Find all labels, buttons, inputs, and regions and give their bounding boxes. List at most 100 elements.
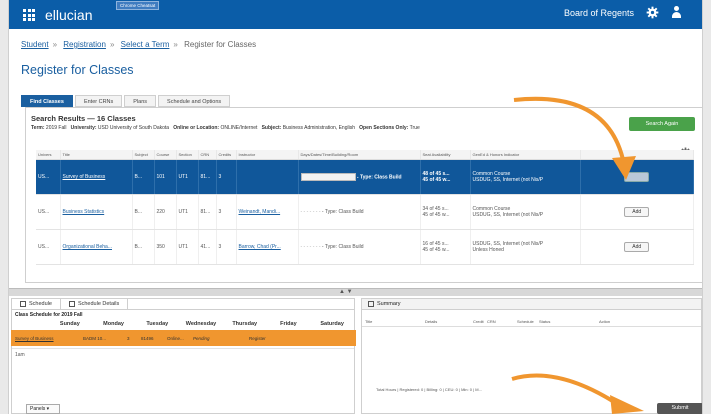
chrome-tag: Chrome Cheatsat <box>116 1 160 10</box>
summary-row[interactable]: Survey of Business BADM 10... 3 81496 On… <box>11 330 356 346</box>
table-row[interactable]: US... Survey of Business B... 101 UT1 81… <box>36 159 694 195</box>
tab-schedule[interactable]: Schedule <box>12 299 61 309</box>
results-criteria: Term: 2019 Fall University: USD Universi… <box>31 125 420 131</box>
table-row[interactable]: US... Organizational Beha... B... 350 UT… <box>36 229 694 265</box>
summary-schedule: Online... <box>167 335 184 341</box>
search-again-button[interactable]: Search Again <box>629 117 695 131</box>
cell-credits: 3 <box>216 229 237 265</box>
user-icon[interactable] <box>671 6 682 19</box>
cell-subject: B... <box>132 229 155 265</box>
splitter-handle-icon[interactable]: ▲ ▼ <box>339 289 353 295</box>
breadcrumb-registration[interactable]: Registration <box>63 40 106 49</box>
cell-action: Add <box>580 229 694 265</box>
col-header[interactable]: Instructor <box>236 150 299 160</box>
tab-find-classes[interactable]: Find Classes <box>21 95 73 107</box>
summary-course-link[interactable]: Survey of Business <box>11 336 79 341</box>
cell-meeting: - Type: Class Build <box>298 159 421 195</box>
search-results-panel: Search Results — 16 Classes Term: 2019 F… <box>25 107 702 283</box>
cell-course: 101 <box>154 159 177 195</box>
summary-totals: Total Hours | Registered: 0 | Billing: 0… <box>376 387 482 392</box>
col-header[interactable]: Seat Availability <box>420 150 471 160</box>
schedule-day-header: Sunday Monday Tuesday Wednesday Thursday… <box>12 320 354 330</box>
cell-meeting: - - - - - - - - Type: Class Build <box>298 229 421 265</box>
day-label: Tuesday <box>146 321 169 327</box>
course-title-link[interactable]: Business Statistics <box>63 209 105 215</box>
meeting-days-strip <box>300 173 356 181</box>
tab-schedule-details[interactable]: Schedule Details <box>61 299 129 309</box>
cell-action: Add <box>580 159 694 195</box>
cell-credits: 3 <box>216 159 237 195</box>
cell-meeting: - - - - - - - - Type: Class Build <box>298 194 421 230</box>
cell-subject: B... <box>132 194 155 230</box>
cell-section: UT1 <box>176 159 199 195</box>
top-right: Board of Regents <box>564 6 682 19</box>
cell-crn: 41... <box>198 229 217 265</box>
summary-credit: 3 <box>127 335 130 341</box>
schedule-panel: Schedule Schedule Details Class Schedule… <box>11 298 355 414</box>
day-label: Monday <box>103 321 124 327</box>
cell-title: Business Statistics <box>60 194 133 230</box>
submit-button[interactable]: Submit <box>657 403 702 414</box>
col-header[interactable]: Course <box>154 150 177 160</box>
schedule-time-row: 1am <box>12 348 354 366</box>
col-header[interactable]: GenEd & Honors Indicator <box>470 150 581 160</box>
cell-univ: US... <box>36 229 61 265</box>
tab-bar: Find Classes Enter CRNs Plans Schedule a… <box>21 95 232 107</box>
cell-gened: Common Course USDUG, SS, Internet (not Ni… <box>470 194 581 230</box>
cell-section: UT1 <box>176 194 199 230</box>
tab-schedule-options[interactable]: Schedule and Options <box>158 95 231 107</box>
day-label: Friday <box>280 321 297 327</box>
tab-plans[interactable]: Plans <box>124 95 157 107</box>
instructor-link[interactable]: Barrow, Chad (Pr... <box>239 244 281 250</box>
page-title: Register for Classes <box>21 63 134 77</box>
app-frame: ellucian Chrome Cheatsat Board of Regent… <box>8 0 703 414</box>
breadcrumb-current: Register for Classes <box>184 40 257 49</box>
institution-label[interactable]: Board of Regents <box>564 8 634 18</box>
app-grid-icon[interactable] <box>23 9 35 21</box>
col-header[interactable]: Days/Dates/Time/Building/Room <box>298 150 421 160</box>
course-title-link[interactable]: Organizational Beha... <box>63 244 112 250</box>
add-button[interactable]: Add <box>624 172 650 182</box>
summary-crn: 81496 <box>141 335 154 341</box>
col-header[interactable]: Section <box>176 150 199 160</box>
cell-action: Add <box>580 194 694 230</box>
cell-instructor: Weinandt, Mandi... <box>236 194 299 230</box>
day-label: Saturday <box>320 321 344 327</box>
breadcrumb-select-term[interactable]: Select a Term <box>121 40 170 49</box>
gear-icon[interactable] <box>646 6 659 19</box>
cell-title: Organizational Beha... <box>60 229 133 265</box>
cell-course: 350 <box>154 229 177 265</box>
col-header <box>580 150 694 160</box>
col-header[interactable]: Univers <box>36 150 61 160</box>
cell-seats: 16 of 45 s... 45 of 45 w... <box>420 229 471 265</box>
cell-instructor <box>236 159 299 195</box>
col-header[interactable]: Title <box>60 150 133 160</box>
panels-dropdown[interactable]: Panels ▾ <box>26 404 60 414</box>
schedule-title: Class Schedule for 2019 Fall <box>15 312 83 318</box>
panel-splitter[interactable]: ▲ ▼ <box>9 288 702 296</box>
cell-gened: USDUG, SS, Internet (not Nis/P Unless Hon… <box>470 229 581 265</box>
breadcrumb-student[interactable]: Student <box>21 40 49 49</box>
course-title-link[interactable]: Survey of Business <box>63 174 106 180</box>
cell-seats: 34 of 45 s... 45 of 45 w... <box>420 194 471 230</box>
col-header[interactable]: Subject <box>132 150 155 160</box>
instructor-link[interactable]: Weinandt, Mandi... <box>239 209 281 215</box>
brand[interactable]: ellucian <box>23 7 92 23</box>
cell-section: UT1 <box>176 229 199 265</box>
table-row[interactable]: US... Business Statistics B... 220 UT1 8… <box>36 194 694 230</box>
summary-header: Summary <box>362 299 701 310</box>
cell-univ: US... <box>36 159 61 195</box>
add-button[interactable]: Add <box>624 242 650 252</box>
cell-univ: US... <box>36 194 61 230</box>
cell-subject: B... <box>132 159 155 195</box>
calendar-icon <box>68 301 75 307</box>
add-button[interactable]: Add <box>624 207 650 217</box>
breadcrumb: Student» Registration» Select a Term» Re… <box>21 40 257 49</box>
summary-action-select[interactable]: Register <box>245 336 315 341</box>
col-header[interactable]: CRN <box>198 150 217 160</box>
tab-enter-crns[interactable]: Enter CRNs <box>74 95 123 107</box>
schedule-tabs: Schedule Schedule Details <box>12 299 354 310</box>
col-header[interactable]: Credits <box>216 150 237 160</box>
cell-instructor: Barrow, Chad (Pr... <box>236 229 299 265</box>
cell-seats: 48 of 45 s... 45 of 45 w... <box>420 159 471 195</box>
